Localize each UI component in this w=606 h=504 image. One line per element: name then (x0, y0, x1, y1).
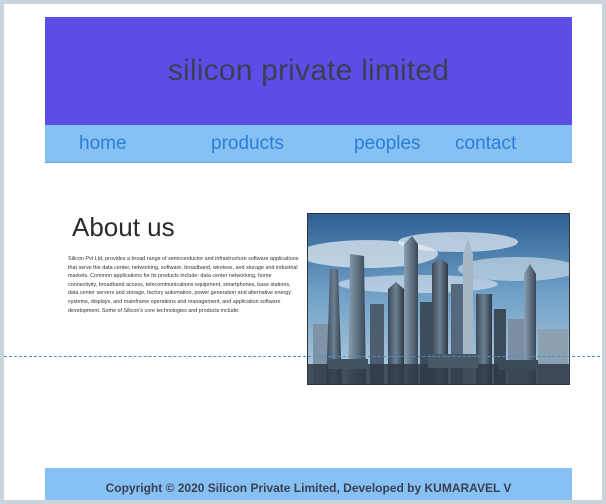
nav-link-contact[interactable]: contact (455, 133, 516, 155)
section-divider (4, 356, 602, 357)
page-container: silicon private limited home products pe… (45, 17, 572, 500)
city-skyline-icon (308, 214, 569, 384)
nav-link-home[interactable]: home (79, 133, 127, 155)
footer-copyright: Copyright © 2020 Silicon Private Limited… (105, 481, 512, 495)
about-heading: About us (72, 212, 175, 242)
site-footer: Copyright © 2020 Silicon Private Limited… (45, 468, 572, 500)
main-nav: home products peoples contact (45, 125, 572, 163)
site-title: silicon private limited (167, 54, 450, 87)
site-header: silicon private limited (45, 17, 572, 125)
page-frame: silicon private limited home products pe… (0, 0, 606, 504)
city-skyline-image (307, 213, 570, 385)
about-paragraph: Silicon Pvt Ltd, provides a broad range … (68, 256, 299, 314)
nav-link-products[interactable]: products (211, 133, 284, 155)
nav-link-peoples[interactable]: peoples (354, 133, 421, 155)
